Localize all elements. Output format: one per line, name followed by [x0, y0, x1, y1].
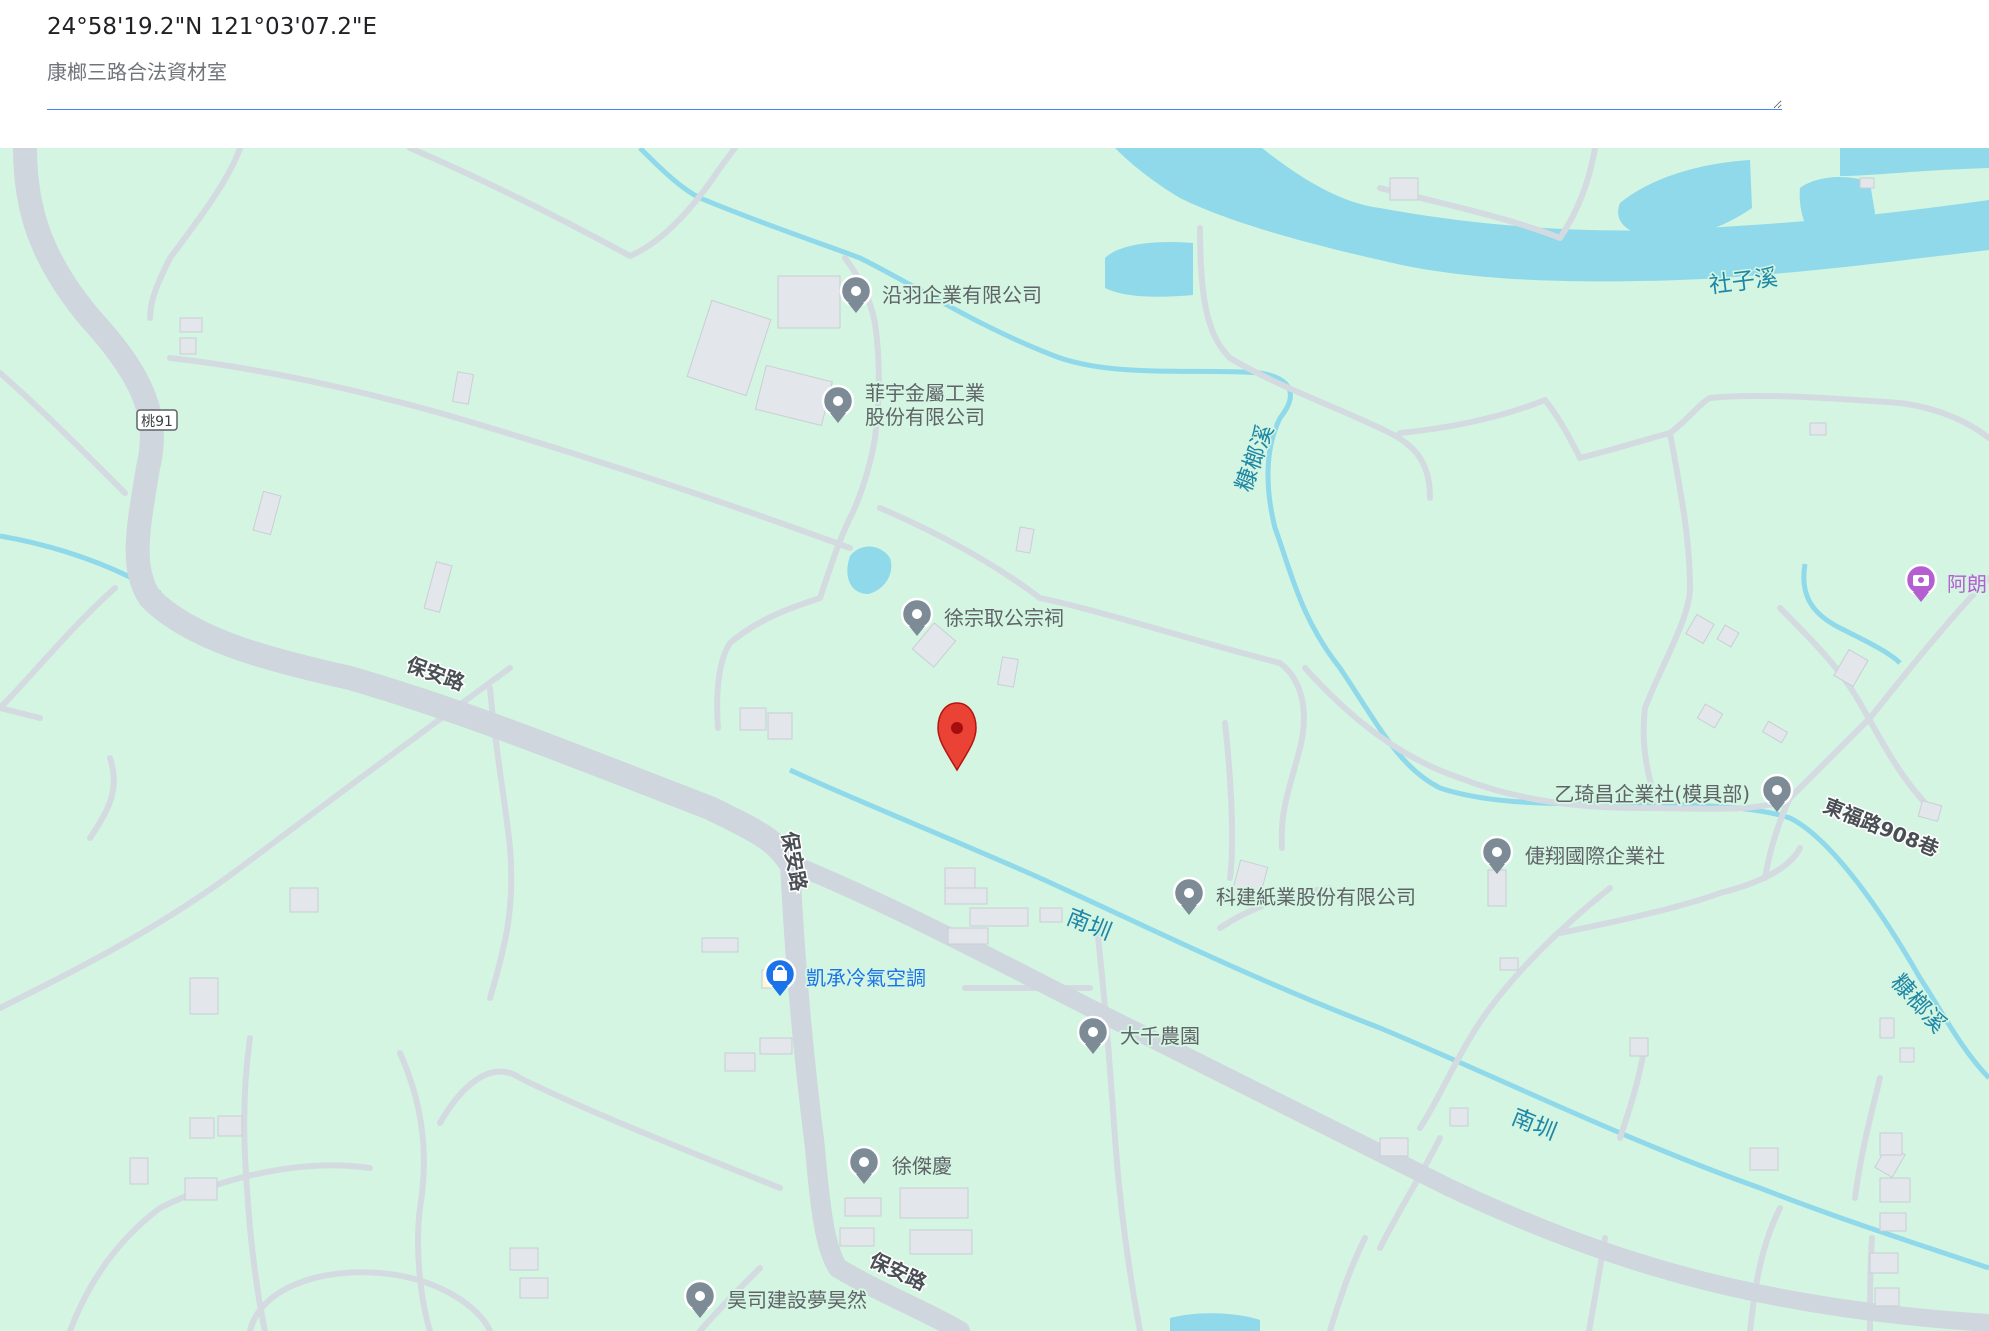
route-shield: 桃91 — [136, 409, 178, 431]
map-view[interactable]: 桃91 保安路 保安路 保安路 東福路908巷 社子溪 糠榔溪 糠榔溪 南圳 南… — [0, 148, 1989, 1331]
header: 24°58'19.2"N 121°03'07.2"E 康榔三路合法資材室 — [0, 0, 1989, 148]
poi-label-shixiang: 倢翔國際企業社 — [1525, 844, 1665, 868]
poi-label-kejian: 科建紙業股份有限公司 — [1216, 885, 1416, 909]
route-shield-label: 桃91 — [141, 414, 173, 430]
poi-label-yanyu: 沿羽企業有限公司 — [882, 283, 1042, 307]
pond-north — [1105, 241, 1193, 297]
map-canvas[interactable]: 桃91 保安路 保安路 保安路 東福路908巷 社子溪 糠榔溪 糠榔溪 南圳 南… — [0, 148, 1989, 1331]
poi-label-xujie: 徐傑慶 — [892, 1154, 952, 1178]
poi-label-alang: 阿朗 — [1947, 572, 1987, 596]
poi-label-feiyu-2: 股份有限公司 — [865, 405, 985, 429]
coordinates-text: 24°58'19.2"N 121°03'07.2"E — [47, 14, 377, 40]
poi-label-haosi: 昊司建設夢昊然 — [727, 1288, 867, 1312]
poi-label-yiqi: 乙琦昌企業社(模具部) — [1554, 782, 1750, 806]
note-textarea[interactable]: 康榔三路合法資材室 — [47, 52, 1782, 110]
poi-label-kaicheng: 凱承冷氣空調 — [806, 966, 926, 990]
land-background — [0, 148, 1989, 1331]
poi-label-daqian: 大千農園 — [1120, 1024, 1200, 1048]
poi-label-xuzong: 徐宗取公宗祠 — [944, 606, 1064, 630]
poi-label-feiyu-1: 菲宇金屬工業 — [865, 381, 985, 405]
